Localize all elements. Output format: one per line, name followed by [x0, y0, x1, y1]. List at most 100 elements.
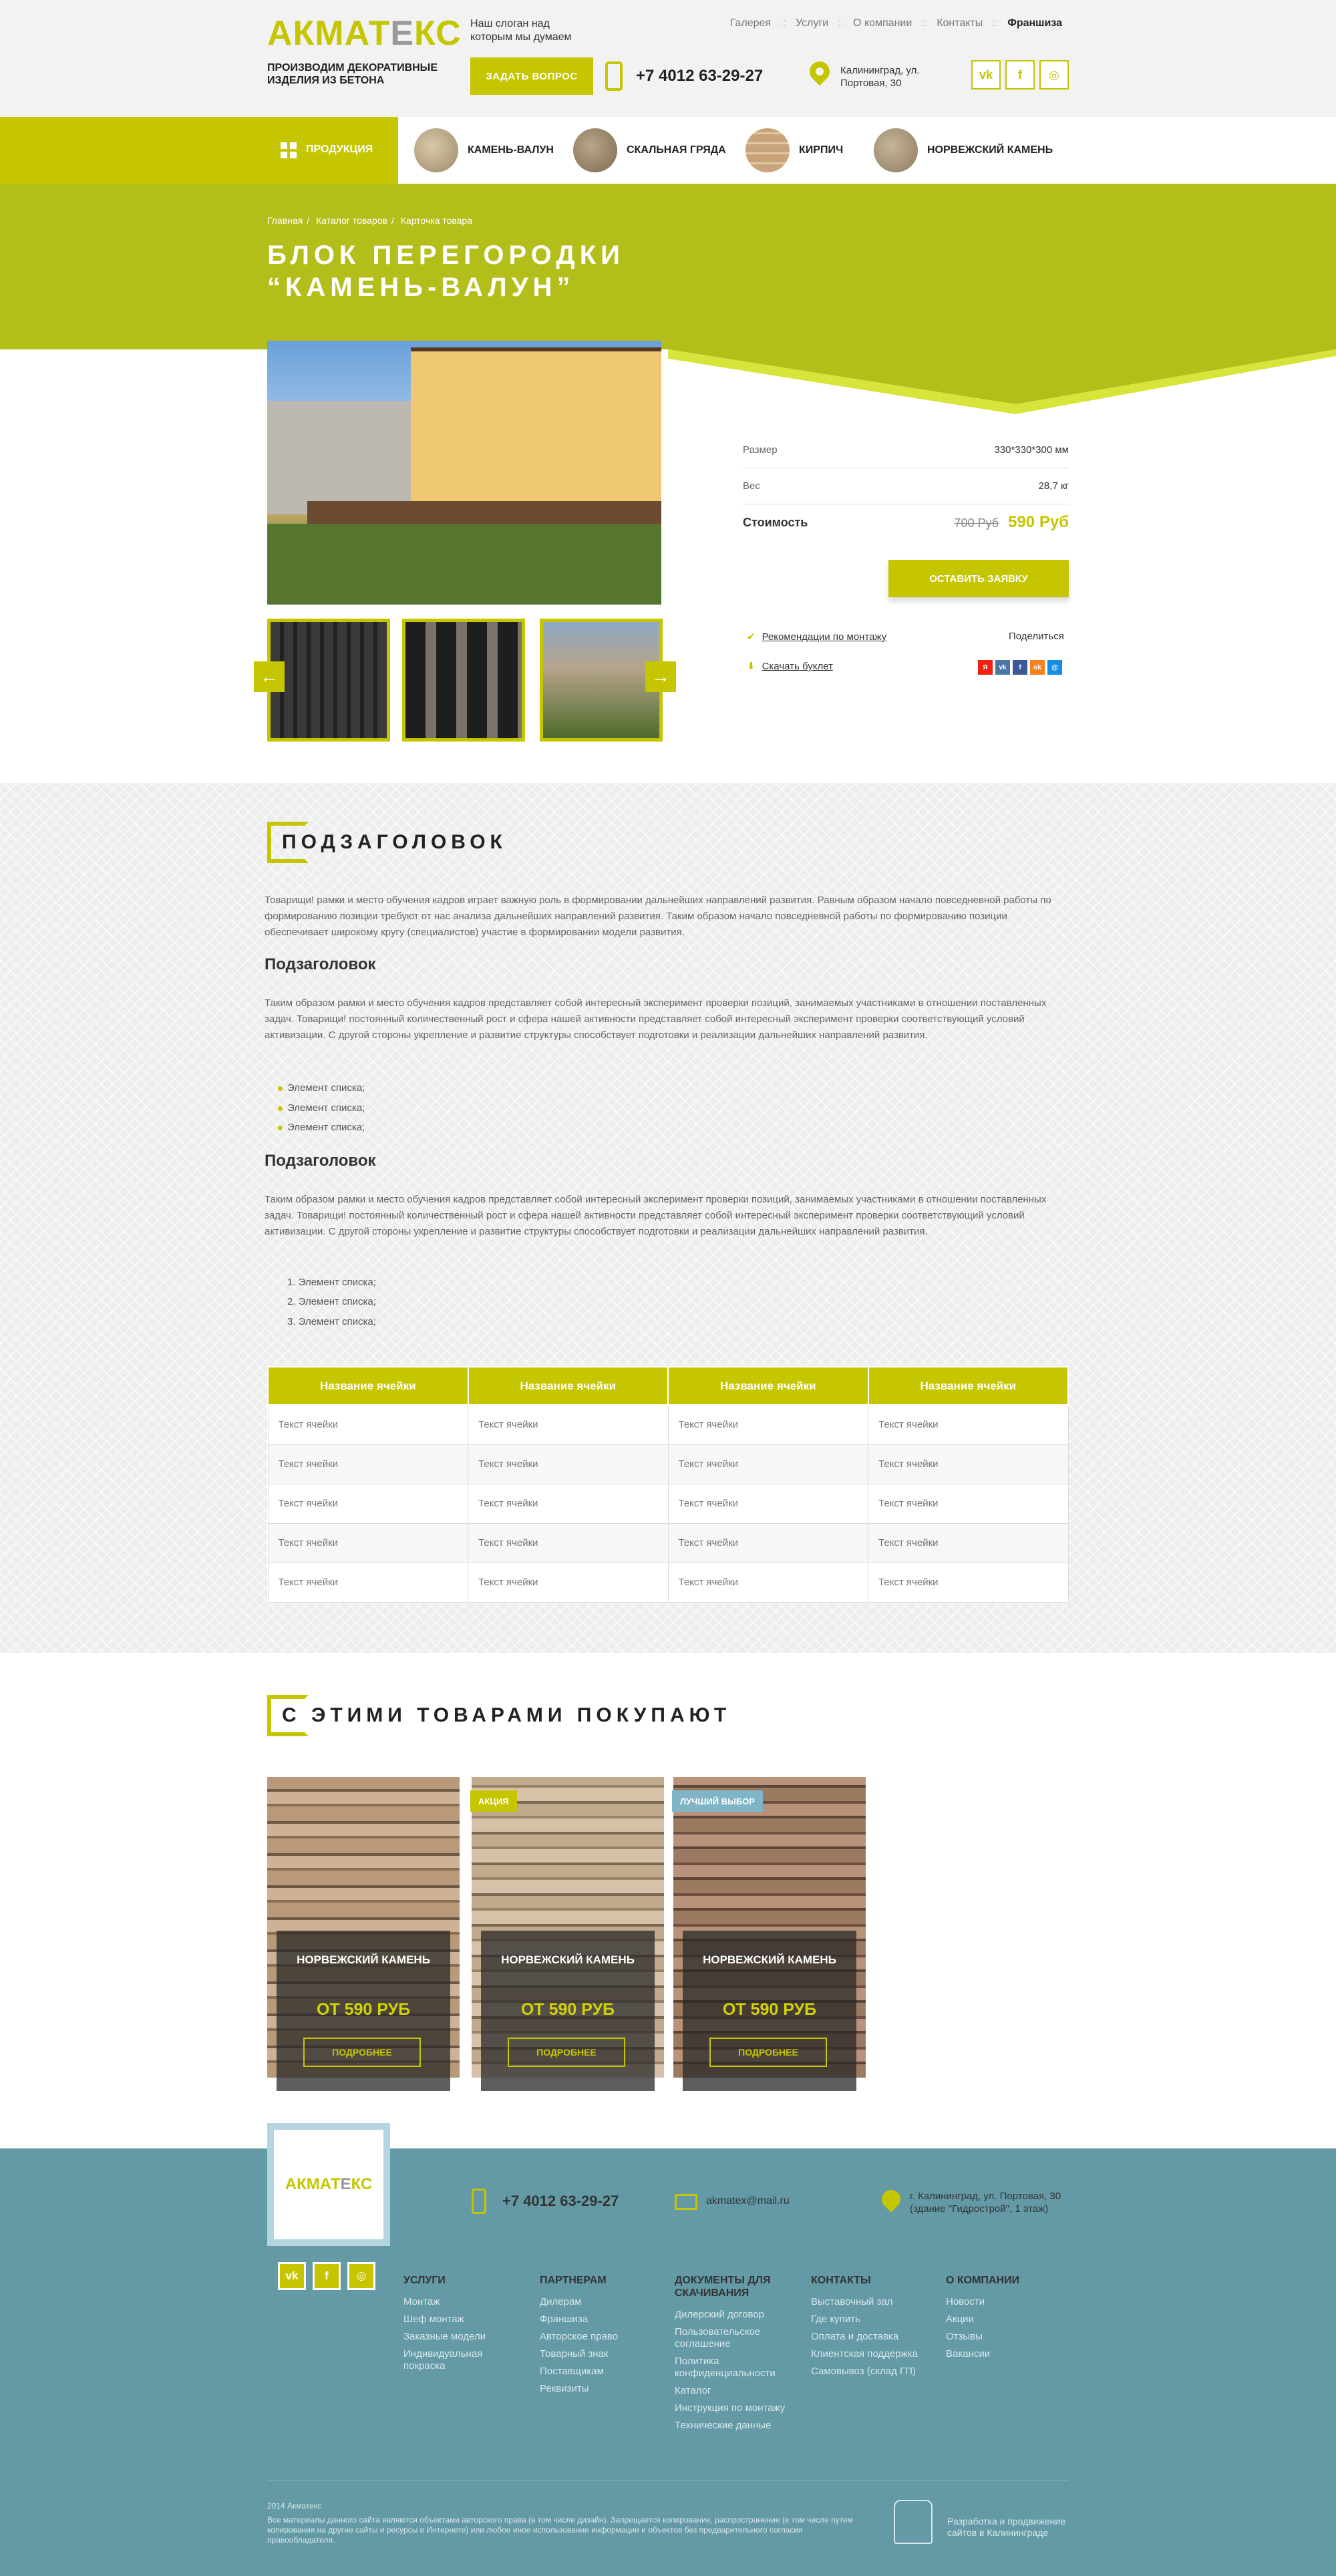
- footer-phone[interactable]: +7 4012 63-29-27: [502, 2193, 619, 2210]
- footer-link[interactable]: Дилерский договор: [675, 2309, 788, 2321]
- mail-icon: [675, 2194, 697, 2210]
- header-phone[interactable]: +7 4012 63-29-27: [636, 67, 763, 86]
- gallery-prev-button[interactable]: ←: [254, 661, 285, 692]
- facebook-icon[interactable]: f: [1013, 660, 1027, 675]
- nav-gallery[interactable]: Галерея: [730, 17, 771, 29]
- product-card[interactable]: НОРВЕЖСКИЙ КАМЕНЬ ОТ 590 РУБ ПОДРОБНЕЕ: [472, 1777, 664, 2091]
- nav-franchise[interactable]: Франшиза: [1007, 17, 1062, 29]
- ask-question-button[interactable]: ЗАДАТЬ ВОПРОС: [470, 57, 593, 95]
- odnoklassniki-icon[interactable]: ok: [1030, 660, 1045, 675]
- footer-link[interactable]: Пользовательское соглашение: [675, 2326, 788, 2350]
- footer-column-documents: ДОКУМЕНТЫ ДЛЯ СКАЧИВАНИЯ Дилерский догов…: [675, 2274, 788, 2437]
- top-nav: Галерея:: Услуги:: О компании:: Контакты…: [729, 17, 1062, 29]
- data-table: Название ячейки Название ячейки Название…: [267, 1366, 1069, 1603]
- gallery-next-button[interactable]: →: [645, 661, 676, 692]
- tagline: ПРОИЗВОДИМ ДЕКОРАТИВНЫЕ ИЗДЕЛИЯ ИЗ БЕТОН…: [267, 62, 438, 86]
- table-cell: Текст ячейки: [267, 1444, 468, 1484]
- footer-link[interactable]: Новости: [946, 2296, 1059, 2308]
- footer-link[interactable]: Монтаж: [403, 2296, 517, 2308]
- content-heading: ПОДЗАГОЛОВОК: [282, 831, 507, 853]
- gallery-thumb[interactable]: [267, 619, 390, 742]
- order-button[interactable]: ОСТАВИТЬ ЗАЯВКУ: [888, 560, 1069, 597]
- table-cell: Текст ячейки: [267, 1522, 468, 1563]
- footer-link[interactable]: Поставщикам: [540, 2366, 653, 2378]
- paragraph: Таким образом рамки и место обучения кад…: [265, 997, 1047, 1041]
- table-cell: Текст ячейки: [667, 1562, 868, 1603]
- product-main-image[interactable]: [267, 341, 661, 605]
- category-rock-ridge[interactable]: СКАЛЬНАЯ ГРЯДА: [573, 126, 726, 174]
- instagram-icon[interactable]: ◎: [347, 2262, 375, 2290]
- instagram-icon[interactable]: ◎: [1039, 60, 1069, 90]
- gallery-thumb[interactable]: [540, 619, 663, 742]
- sale-badge: АКЦИЯ: [470, 1790, 517, 1812]
- developer-link[interactable]: Разработка и продвижение сайтов в Калини…: [947, 2516, 1081, 2539]
- footer-link[interactable]: Дилерам: [540, 2296, 653, 2308]
- download-booklet-link[interactable]: ⬇ Скачать буклет: [747, 660, 833, 672]
- footer-link[interactable]: Оплата и доставка: [811, 2331, 925, 2343]
- mailru-icon[interactable]: @: [1047, 660, 1062, 675]
- details-button[interactable]: ПОДРОБНЕЕ: [709, 2038, 827, 2067]
- details-button[interactable]: ПОДРОБНЕЕ: [508, 2038, 625, 2067]
- footer-link[interactable]: Самовывоз (склад ГП): [811, 2366, 925, 2378]
- footer-link[interactable]: Реквизиты: [540, 2383, 653, 2395]
- footer-link[interactable]: Отзывы: [946, 2331, 1059, 2343]
- footer-link[interactable]: Заказные модели: [403, 2331, 517, 2343]
- gallery-thumb[interactable]: [402, 619, 525, 742]
- logo[interactable]: АКМАТЕКС: [267, 13, 462, 53]
- vk-icon[interactable]: vk: [995, 660, 1010, 675]
- page-title: БЛОК ПЕРЕГОРОДКИ “КАМЕНЬ-ВАЛУН”: [267, 240, 625, 302]
- footer-link[interactable]: Где купить: [811, 2313, 925, 2325]
- list-item: 1. Элемент списка;: [287, 1277, 376, 1288]
- spec-weight: Вес 28,7 кг: [743, 468, 1069, 504]
- footer-link[interactable]: Политика конфиденциальности: [675, 2356, 788, 2380]
- vk-icon[interactable]: vk: [278, 2262, 306, 2290]
- subheading: Подзаголовок: [265, 955, 376, 973]
- footer-link[interactable]: Акции: [946, 2313, 1059, 2325]
- footer-link[interactable]: Авторское право: [540, 2331, 653, 2343]
- table-row: Текст ячейки Текст ячейки Текст ячейки Текс…: [267, 1404, 1069, 1445]
- footer-divider: [267, 2480, 1069, 2481]
- card-price: ОТ 590 РУБ: [316, 2000, 411, 2019]
- table-cell: Текст ячейки: [468, 1562, 669, 1603]
- footer-link[interactable]: Вакансии: [946, 2348, 1059, 2360]
- facebook-icon[interactable]: f: [313, 2262, 341, 2290]
- nav-contacts[interactable]: Контакты: [937, 17, 983, 29]
- product-card[interactable]: НОРВЕЖСКИЙ КАМЕНЬ ОТ 590 РУБ ПОДРОБНЕЕ: [267, 1777, 460, 2091]
- table-header: Название ячейки: [667, 1366, 869, 1406]
- developer-logo-icon[interactable]: [894, 2500, 933, 2544]
- card-price: ОТ 590 РУБ: [722, 2000, 817, 2019]
- footer-link[interactable]: Шеф монтаж: [403, 2313, 517, 2325]
- footer-logo[interactable]: АКМАТЕКС: [267, 2123, 390, 2246]
- category-bar: ПРОДУКЦИЯ КАМЕНЬ-ВАЛУН СКАЛЬНАЯ ГРЯДА КИ…: [0, 117, 1336, 184]
- table-row: Текст ячейки Текст ячейки Текст ячейки Текс…: [267, 1522, 1069, 1563]
- old-price: 700 Руб: [954, 516, 999, 530]
- breadcrumb: Главная / Каталог товаров / Карточка товар…: [267, 215, 473, 226]
- footer-link[interactable]: Индивидуальная покраска: [403, 2348, 517, 2372]
- install-recommendations-link[interactable]: ✔ Рекомендации по монтажу: [747, 631, 886, 643]
- category-brick[interactable]: КИРПИЧ: [745, 126, 843, 174]
- product-card[interactable]: НОРВЕЖСКИЙ КАМЕНЬ ОТ 590 РУБ ПОДРОБНЕЕ: [673, 1777, 866, 2091]
- nav-services[interactable]: Услуги: [796, 17, 828, 29]
- footer-link[interactable]: Товарный знак: [540, 2348, 653, 2360]
- breadcrumb-home[interactable]: Главная: [267, 215, 303, 226]
- products-menu-button[interactable]: ПРОДУКЦИЯ: [0, 117, 398, 184]
- details-button[interactable]: ПОДРОБНЕЕ: [303, 2038, 421, 2067]
- footer-link[interactable]: Инструкция по монтажу: [675, 2402, 788, 2414]
- nav-about[interactable]: О компании: [853, 17, 912, 29]
- footer-link[interactable]: Технические данные: [675, 2420, 788, 2432]
- footer-email[interactable]: akmatex@mail.ru: [706, 2195, 790, 2207]
- vk-icon[interactable]: vk: [971, 60, 1001, 90]
- category-norwegian-stone[interactable]: НОРВЕЖСКИЙ КАМЕНЬ: [874, 126, 1053, 174]
- footer-link[interactable]: Выставочный зал: [811, 2296, 925, 2308]
- footer-link[interactable]: Клиентская поддержка: [811, 2348, 925, 2360]
- category-boulder[interactable]: КАМЕНЬ-ВАЛУН: [414, 126, 554, 174]
- footer-link[interactable]: Франшиза: [540, 2313, 653, 2325]
- slogan: Наш слоган над которым мы думаем: [470, 18, 572, 43]
- category-thumb: [414, 128, 458, 172]
- breadcrumb-catalog[interactable]: Каталог товаров: [316, 215, 387, 226]
- footer-link[interactable]: Каталог: [675, 2385, 788, 2397]
- facebook-icon[interactable]: f: [1005, 60, 1035, 90]
- yandex-icon[interactable]: Я: [978, 660, 993, 675]
- location-pin-icon: [805, 57, 834, 86]
- table-cell: Текст ячейки: [267, 1562, 468, 1603]
